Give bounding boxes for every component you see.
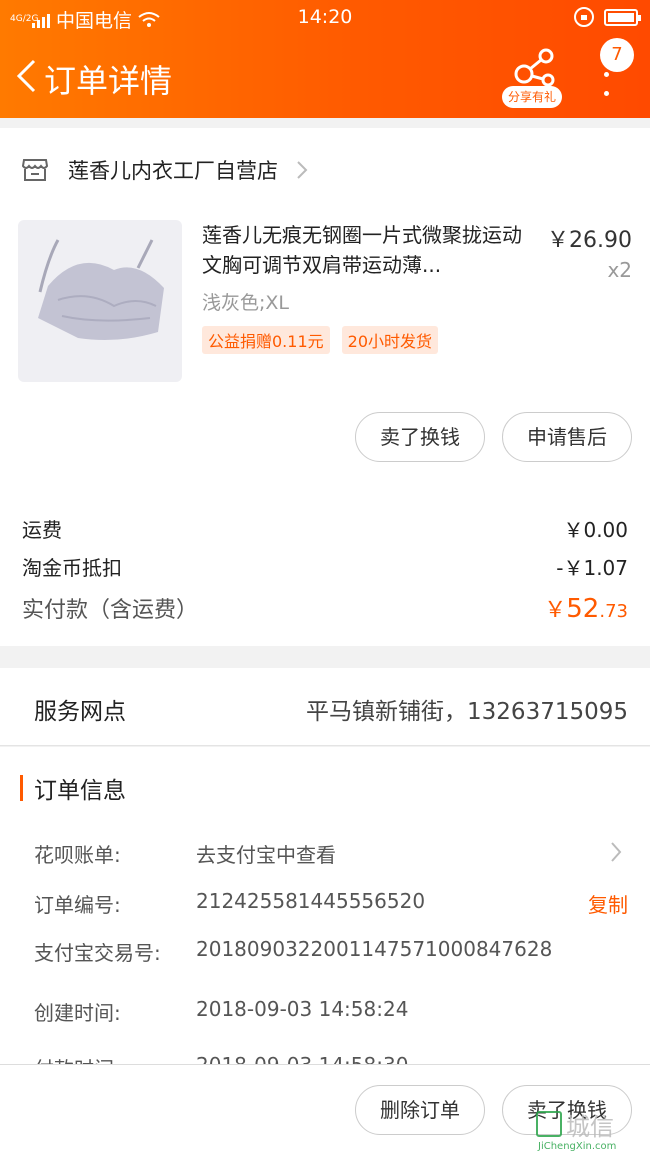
paid-currency: ￥ [544, 598, 567, 623]
delete-order-button[interactable]: 删除订单 [355, 1085, 485, 1135]
order-info-section: 订单信息 花呗账单: 去支付宝中查看 订单编号: 212425581445556… [0, 747, 650, 1065]
watermark-logo-icon [536, 1111, 562, 1137]
share-button[interactable]: 分享有礼 [500, 44, 564, 108]
bottom-action-bar: 删除订单 卖了换钱 城信 JiChengXin.com [0, 1064, 650, 1155]
shop-name: 莲香儿内衣工厂自营店 [68, 159, 278, 183]
charity-tag: 公益捐赠0.11元 [202, 326, 330, 354]
row-value: 212425581445556520 [196, 889, 426, 913]
after-sale-button[interactable]: 申请售后 [502, 412, 632, 462]
section-accent-bar [20, 775, 23, 801]
share-icon [514, 48, 555, 87]
service-value: 平马镇新铺街，13263715095 [306, 699, 628, 725]
product-tags: 公益捐赠0.11元 20小时发货 [202, 326, 439, 354]
message-badge[interactable]: 7 [600, 38, 634, 72]
copy-button[interactable]: 复制 [588, 889, 628, 918]
service-point-row: 服务网点 平马镇新铺街，13263715095 [0, 668, 650, 746]
app-header: 4G/2G 中国电信 14:20 订单详情 分享有礼 7 [0, 0, 650, 118]
paid-label: 实付款（含运费） [22, 598, 199, 623]
battery-icon [604, 8, 641, 26]
site-watermark: 城信 JiChengXin.com [536, 1105, 648, 1155]
paid-decimal: .73 [599, 601, 628, 622]
product-price: ￥26.90 [547, 228, 632, 253]
more-icon[interactable] [600, 72, 612, 96]
sell-button[interactable]: 卖了换钱 [355, 412, 485, 462]
shipping-label: 运费 [22, 518, 62, 542]
watermark-sub: JiChengXin.com [538, 1141, 617, 1152]
product-spec: 浅灰色;XL [202, 292, 290, 314]
row-value: 2018090322001147571000847628 [196, 937, 553, 961]
coin-value: -￥1.07 [556, 556, 628, 580]
rotation-lock-icon [574, 7, 594, 27]
coin-row: 淘金币抵扣 -￥1.07 [22, 552, 628, 581]
status-right [574, 7, 641, 27]
row-key: 创建时间: [34, 1001, 121, 1025]
product-quantity: x2 [607, 258, 632, 282]
chevron-right-icon [611, 842, 622, 862]
status-bar: 4G/2G 中国电信 14:20 [0, 0, 650, 36]
row-value: 2018-09-03 14:58:24 [196, 997, 409, 1021]
watermark-text: 城信 [566, 1113, 614, 1141]
ship-time-tag: 20小时发货 [341, 326, 439, 354]
shop-row[interactable]: 莲香儿内衣工厂自营店 [22, 150, 308, 190]
chevron-right-icon [297, 161, 308, 179]
product-title[interactable]: 莲香儿无痕无钢圈一片式微聚拢运动文胸可调节双肩带运动薄... [202, 220, 536, 280]
product-image[interactable] [18, 220, 182, 382]
shipping-value: ￥0.00 [563, 518, 628, 542]
share-label: 分享有礼 [502, 86, 562, 108]
page-title: 订单详情 [44, 62, 173, 100]
row-key: 花呗账单: [34, 843, 121, 867]
bra-illustration [38, 239, 164, 340]
back-icon[interactable] [14, 58, 38, 94]
shipping-row: 运费 ￥0.00 [22, 514, 628, 543]
paid-row: 实付款（含运费） ￥52.73 [22, 592, 628, 624]
paid-integer: 52 [566, 594, 600, 624]
order-card: 莲香儿内衣工厂自营店 莲香儿无痕无钢圈一片式微聚拢运动文胸可调节双肩带运动薄..… [0, 128, 650, 646]
store-icon [22, 159, 48, 181]
service-label: 服务网点 [34, 699, 126, 725]
coin-label: 淘金币抵扣 [22, 556, 122, 580]
paid-amount: ￥52.73 [544, 592, 628, 624]
section-title: 订单信息 [34, 778, 126, 804]
row-key: 订单编号: [34, 893, 121, 917]
row-value: 去支付宝中查看 [196, 843, 336, 867]
row-key: 支付宝交易号: [34, 941, 161, 965]
clock: 14:20 [297, 6, 353, 28]
